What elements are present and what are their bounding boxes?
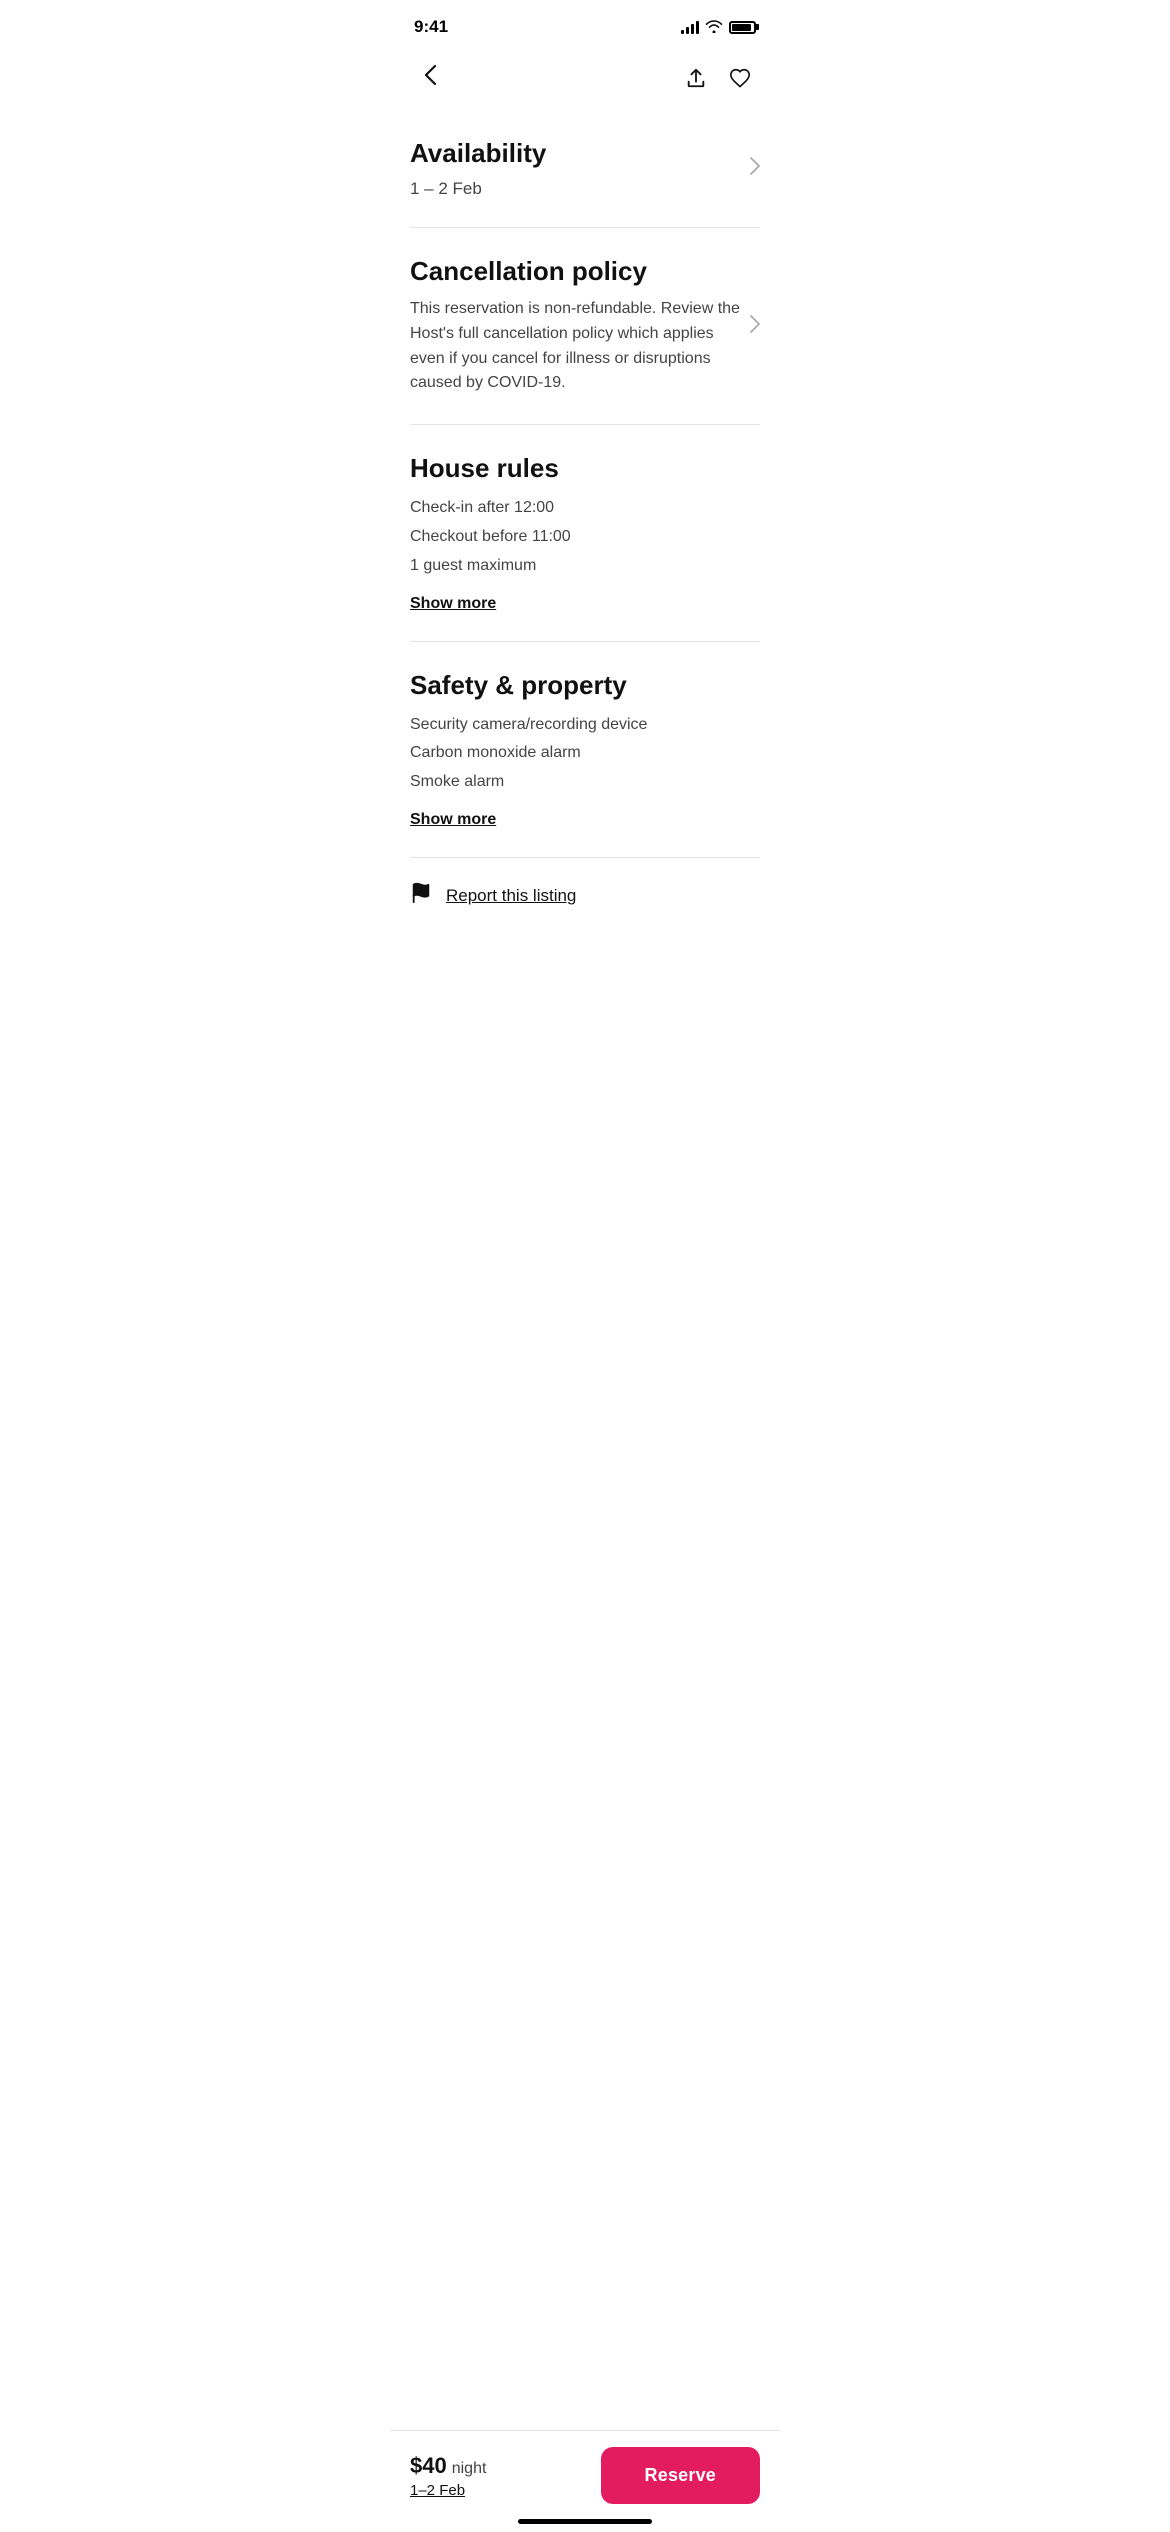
report-listing-link[interactable]: Report this listing [410, 882, 760, 910]
house-rule-checkin: Check-in after 12:00 [410, 494, 760, 523]
price-block: $40 night 1–2 Feb [410, 2453, 486, 2499]
back-button[interactable] [410, 58, 450, 98]
favorite-button[interactable] [720, 58, 760, 98]
bottom-bar: $40 night 1–2 Feb Reserve [390, 2430, 780, 2532]
price-dates[interactable]: 1–2 Feb [410, 2482, 486, 2499]
cancellation-content: Cancellation policy This reservation is … [410, 256, 740, 396]
battery-icon [729, 21, 756, 34]
price-amount: $40 [410, 2453, 447, 2479]
safety-item-smoke: Smoke alarm [410, 768, 760, 797]
availability-title: Availability [410, 138, 740, 169]
status-time: 9:41 [414, 17, 448, 37]
status-icons [681, 19, 756, 36]
cancellation-title: Cancellation policy [410, 256, 740, 287]
safety-item-carbon: Carbon monoxide alarm [410, 739, 760, 768]
safety-item-camera: Security camera/recording device [410, 711, 760, 740]
availability-content: Availability 1 – 2 Feb [410, 138, 740, 199]
price-unit: night [452, 2460, 487, 2478]
heart-icon [729, 67, 751, 89]
wifi-icon [705, 19, 723, 36]
cancellation-chevron-icon [750, 315, 760, 338]
availability-section: Availability 1 – 2 Feb [390, 110, 780, 227]
chevron-left-icon [424, 64, 437, 92]
reserve-button[interactable]: Reserve [601, 2447, 760, 2504]
home-indicator [518, 2519, 652, 2524]
nav-right-buttons [676, 58, 760, 98]
share-button[interactable] [676, 58, 716, 98]
house-rules-title: House rules [410, 453, 760, 484]
safety-title: Safety & property [410, 670, 760, 701]
status-bar: 9:41 [390, 0, 780, 50]
flag-icon [410, 882, 432, 910]
price-main: $40 night [410, 2453, 486, 2479]
nav-bar [390, 50, 780, 110]
cancellation-section: Cancellation policy This reservation is … [390, 228, 780, 424]
cancellation-text: This reservation is non-refundable. Revi… [410, 297, 740, 396]
house-rule-guests: 1 guest maximum [410, 552, 760, 581]
house-rules-section: House rules Check-in after 12:00 Checkou… [390, 425, 780, 640]
house-rules-list: Check-in after 12:00 Checkout before 11:… [410, 494, 760, 580]
report-section: Report this listing [390, 858, 780, 942]
safety-section: Safety & property Security camera/record… [390, 642, 780, 857]
house-rule-checkout: Checkout before 11:00 [410, 523, 760, 552]
scroll-spacer [390, 942, 780, 1062]
availability-dates: 1 – 2 Feb [410, 179, 740, 199]
share-icon [685, 67, 707, 89]
safety-show-more[interactable]: Show more [410, 811, 496, 828]
cancellation-row[interactable]: Cancellation policy This reservation is … [410, 256, 760, 396]
availability-chevron-icon [750, 157, 760, 180]
availability-row[interactable]: Availability 1 – 2 Feb [410, 138, 760, 199]
report-text: Report this listing [446, 886, 576, 906]
house-rules-show-more[interactable]: Show more [410, 595, 496, 612]
signal-icon [681, 20, 699, 34]
safety-list: Security camera/recording device Carbon … [410, 711, 760, 797]
